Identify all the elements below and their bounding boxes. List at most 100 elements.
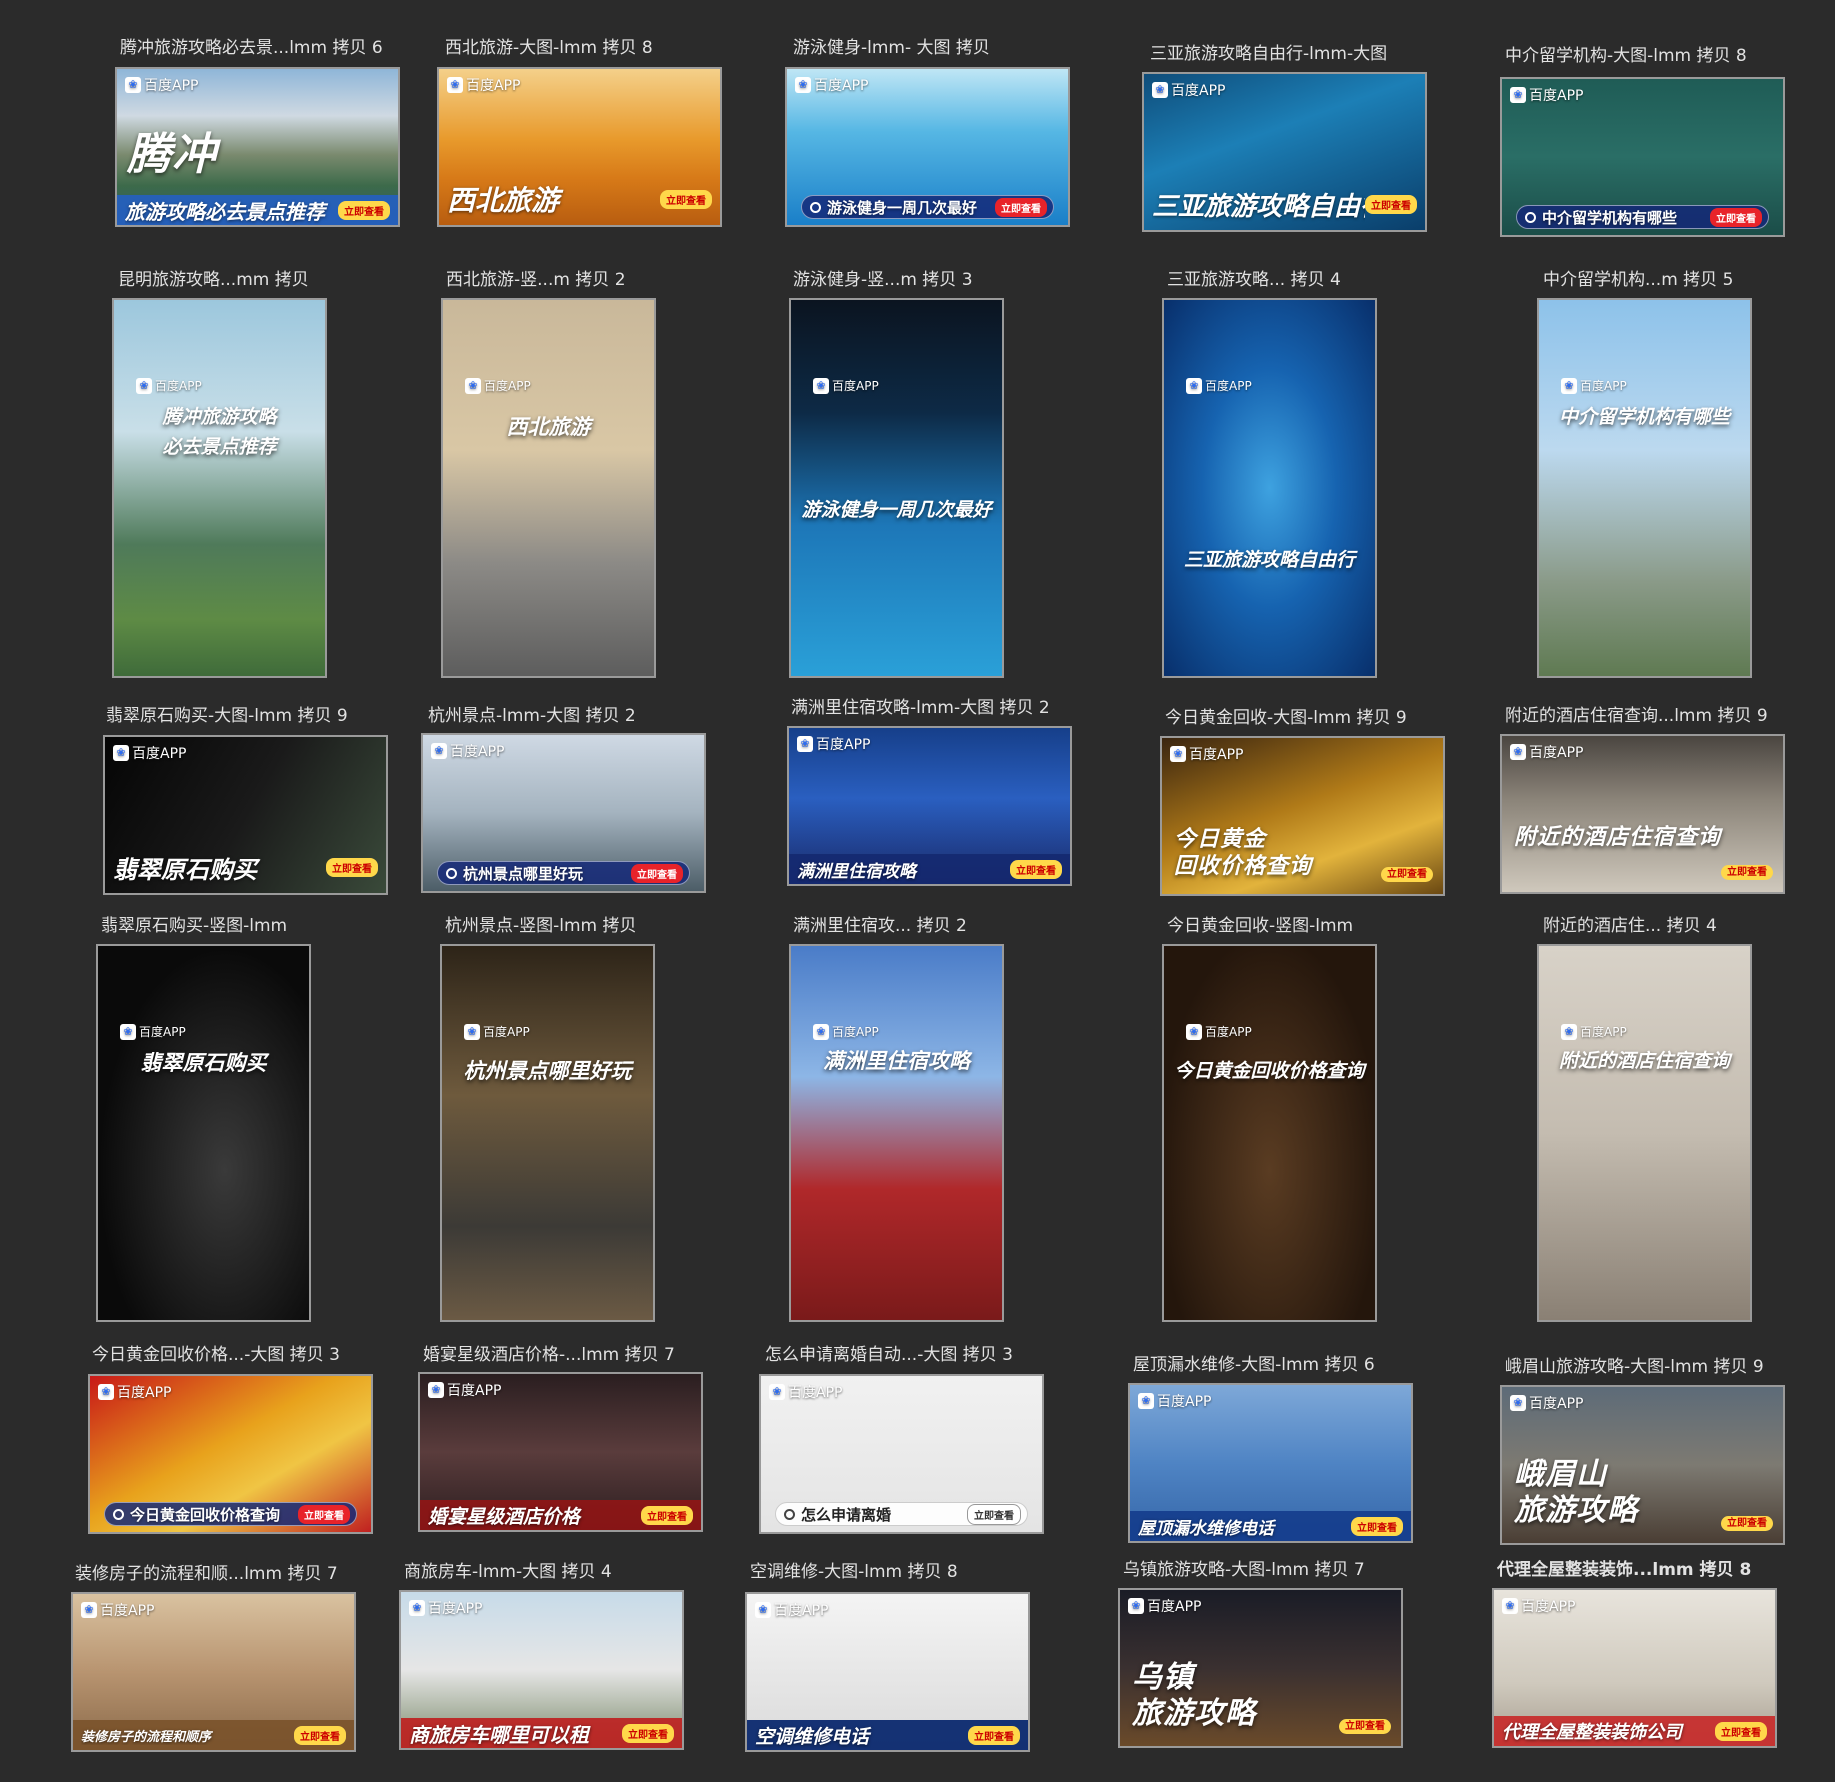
baidu-brand-badge: ❀ 百度APP	[755, 1600, 828, 1620]
tile-caption: 中介留学机构-大图-lmm 拷贝 8	[1505, 46, 1747, 66]
cta-button[interactable]: 立即查看	[1721, 1516, 1773, 1531]
search-icon	[446, 867, 457, 879]
ad-thumbnail-landscape[interactable]: ❀ 百度APP 峨眉山 旅游攻略 立即查看	[1500, 1385, 1785, 1545]
baidu-brand-badge: ❀ 百度APP	[1186, 1023, 1252, 1040]
cta-button[interactable]: 立即查看	[294, 1725, 346, 1745]
baidu-paw-icon: ❀	[98, 1384, 114, 1400]
cta-button[interactable]: 立即查看	[660, 189, 712, 209]
ad-headline: 腾冲	[127, 129, 217, 180]
tile-caption: 屋顶漏水维修-大图-lmm 拷贝 6	[1133, 1355, 1375, 1375]
brand-label: 百度APP	[1171, 83, 1226, 99]
baidu-paw-icon: ❀	[1186, 377, 1202, 394]
cta-button[interactable]: 立即查看	[1721, 865, 1773, 880]
ad-thumbnail-portrait[interactable]: ❀ 百度APP 杭州景点哪里好玩	[440, 944, 655, 1322]
ad-thumbnail-portrait[interactable]: ❀ 百度APP 三亚旅游攻略自由行	[1162, 298, 1377, 678]
ad-thumbnail-landscape[interactable]: ❀ 百度APP 游泳健身一周几次最好 立即查看	[785, 67, 1070, 227]
ad-thumbnail-landscape[interactable]: ❀ 百度APP 杭州景点哪里好玩 立即查看	[421, 733, 706, 893]
cta-button[interactable]: 立即查看	[298, 1504, 350, 1524]
ad-thumbnail-landscape[interactable]: ❀ 百度APP 三亚旅游攻略自由行 立即查看	[1142, 72, 1427, 232]
cta-button[interactable]: 立即查看	[1710, 207, 1762, 227]
cta-button[interactable]: 立即查看	[967, 1503, 1021, 1525]
ad-thumbnail-portrait[interactable]: ❀ 百度APP 附近的酒店住宿查询	[1537, 944, 1752, 1322]
cta-button[interactable]: 立即查看	[1010, 859, 1062, 879]
search-query: 游泳健身一周几次最好	[827, 198, 978, 217]
tile-caption: 满洲里住宿攻略-lmm-大图 拷贝 2	[791, 698, 1050, 718]
ad-thumbnail-landscape[interactable]: ❀ 百度APP 翡翠原石购买 立即查看	[103, 735, 388, 895]
ad-thumbnail-landscape[interactable]: ❀ 百度APP 西北旅游 立即查看	[437, 67, 722, 227]
ad-thumbnail-landscape[interactable]: ❀ 百度APP 附近的酒店住宿查询 立即查看	[1500, 734, 1785, 894]
cta-button[interactable]: 立即查看	[995, 197, 1047, 217]
brand-label: 百度APP	[1205, 1025, 1252, 1039]
ad-thumbnail-portrait[interactable]: ❀ 百度APP 西北旅游	[441, 298, 656, 678]
ad-thumbnail-landscape[interactable]: ❀ 百度APP 商旅房车哪里可以租 立即查看	[399, 1590, 684, 1750]
cta-button[interactable]: 立即查看	[1365, 194, 1417, 214]
baidu-brand-badge: ❀ 百度APP	[1152, 80, 1225, 100]
tile-caption: 三亚旅游攻略... 拷贝 4	[1167, 270, 1341, 290]
ad-thumbnail-portrait[interactable]: ❀ 百度APP 腾冲旅游攻略 必去景点推荐	[112, 298, 327, 678]
search-bar[interactable]: 今日黄金回收价格查询 立即查看	[104, 1502, 357, 1526]
search-query: 中介留学机构有哪些	[1542, 208, 1678, 227]
ad-thumbnail-landscape[interactable]: ❀ 百度APP 今日黄金 回收价格查询 立即查看	[1160, 736, 1445, 896]
brand-label: 百度APP	[428, 1601, 483, 1617]
baidu-paw-icon: ❀	[447, 77, 463, 93]
brand-label: 百度APP	[814, 78, 869, 94]
ad-thumbnail-landscape[interactable]: ❀ 百度APP 中介留学机构有哪些 立即查看	[1500, 77, 1785, 237]
ad-thumbnail-landscape[interactable]: ❀ 百度APP 乌镇 旅游攻略 立即查看	[1118, 1588, 1403, 1748]
cta-button[interactable]: 立即查看	[1351, 1516, 1403, 1536]
ad-thumbnail-landscape[interactable]: ❀ 百度APP 代理全屋整装装饰公司 立即查看	[1492, 1588, 1777, 1748]
ad-title: 空调维修电话	[755, 1725, 870, 1748]
search-bar[interactable]: 怎么申请离婚 立即查看	[775, 1502, 1028, 1526]
brand-label: 百度APP	[816, 737, 871, 753]
baidu-brand-badge: ❀ 百度APP	[125, 75, 198, 95]
ad-thumbnail-landscape[interactable]: ❀ 百度APP 腾冲 旅游攻略必去景点推荐 立即查看	[115, 67, 400, 227]
ad-headline: 杭州景点哪里好玩	[463, 1059, 632, 1083]
brand-label: 百度APP	[155, 379, 202, 393]
cta-button[interactable]: 立即查看	[1339, 1719, 1391, 1734]
search-icon	[810, 201, 821, 213]
ad-thumbnail-portrait[interactable]: ❀ 百度APP 翡翠原石购买	[96, 944, 311, 1322]
baidu-brand-badge: ❀ 百度APP	[797, 734, 870, 754]
baidu-paw-icon: ❀	[120, 1023, 136, 1040]
cta-button[interactable]: 立即查看	[338, 200, 390, 220]
cta-button[interactable]: 立即查看	[1381, 867, 1433, 882]
ad-thumbnail-landscape[interactable]: ❀ 百度APP 怎么申请离婚 立即查看	[759, 1374, 1044, 1534]
ad-title-bar: 婚宴星级酒店价格 立即查看	[420, 1500, 701, 1530]
brand-label: 百度APP	[1521, 1599, 1576, 1615]
ad-thumbnail-landscape[interactable]: ❀ 百度APP 屋顶漏水维修电话 立即查看	[1128, 1383, 1413, 1543]
brand-label: 百度APP	[447, 1383, 502, 1399]
search-bar[interactable]: 游泳健身一周几次最好 立即查看	[801, 195, 1054, 219]
ad-thumbnail-portrait[interactable]: ❀ 百度APP 游泳健身一周几次最好	[789, 298, 1004, 678]
ad-thumbnail-landscape[interactable]: ❀ 百度APP 今日黄金回收价格查询 立即查看	[88, 1374, 373, 1534]
ad-thumbnail-landscape[interactable]: ❀ 百度APP 装修房子的流程和顺序 立即查看	[71, 1592, 356, 1752]
brand-label: 百度APP	[774, 1603, 829, 1619]
brand-label: 百度APP	[484, 379, 531, 393]
baidu-paw-icon: ❀	[1138, 1393, 1154, 1409]
cta-button[interactable]: 立即查看	[641, 1505, 693, 1525]
brand-label: 百度APP	[1529, 745, 1584, 761]
ad-thumbnail-landscape[interactable]: ❀ 百度APP 空调维修电话 立即查看	[745, 1592, 1030, 1752]
baidu-brand-badge: ❀ 百度APP	[813, 377, 879, 394]
brand-label: 百度APP	[139, 1025, 186, 1039]
ad-title: 代理全屋整装装饰公司	[1502, 1722, 1682, 1743]
brand-label: 百度APP	[483, 1025, 530, 1039]
ad-thumbnail-portrait[interactable]: ❀ 百度APP 中介留学机构有哪些	[1537, 298, 1752, 678]
ad-thumbnail-portrait[interactable]: ❀ 百度APP 今日黄金回收价格查询	[1162, 944, 1377, 1322]
search-bar[interactable]: 中介留学机构有哪些 立即查看	[1516, 205, 1769, 229]
cta-button[interactable]: 立即查看	[326, 857, 378, 877]
cta-button[interactable]: 立即查看	[1715, 1721, 1767, 1741]
brand-label: 百度APP	[1529, 88, 1584, 104]
ad-thumbnail-portrait[interactable]: ❀ 百度APP 满洲里住宿攻略	[789, 944, 1004, 1322]
ad-headline: 附近的酒店住宿查询	[1514, 825, 1722, 850]
ad-thumbnail-landscape[interactable]: ❀ 百度APP 满洲里住宿攻略 立即查看	[787, 726, 1072, 886]
tile-caption: 翡翠原石购买-竖图-lmm	[101, 916, 288, 936]
brand-label: 百度APP	[1189, 747, 1244, 763]
baidu-paw-icon: ❀	[113, 745, 129, 761]
search-bar[interactable]: 杭州景点哪里好玩 立即查看	[437, 861, 690, 885]
cta-container: 立即查看	[1339, 1716, 1391, 1734]
cta-button[interactable]: 立即查看	[622, 1723, 674, 1743]
ad-thumbnail-landscape[interactable]: ❀ 百度APP 婚宴星级酒店价格 立即查看	[418, 1372, 703, 1532]
baidu-brand-badge: ❀ 百度APP	[1170, 744, 1243, 764]
cta-button[interactable]: 立即查看	[631, 863, 683, 883]
cta-container: 立即查看	[1381, 864, 1433, 882]
cta-button[interactable]: 立即查看	[968, 1725, 1020, 1745]
